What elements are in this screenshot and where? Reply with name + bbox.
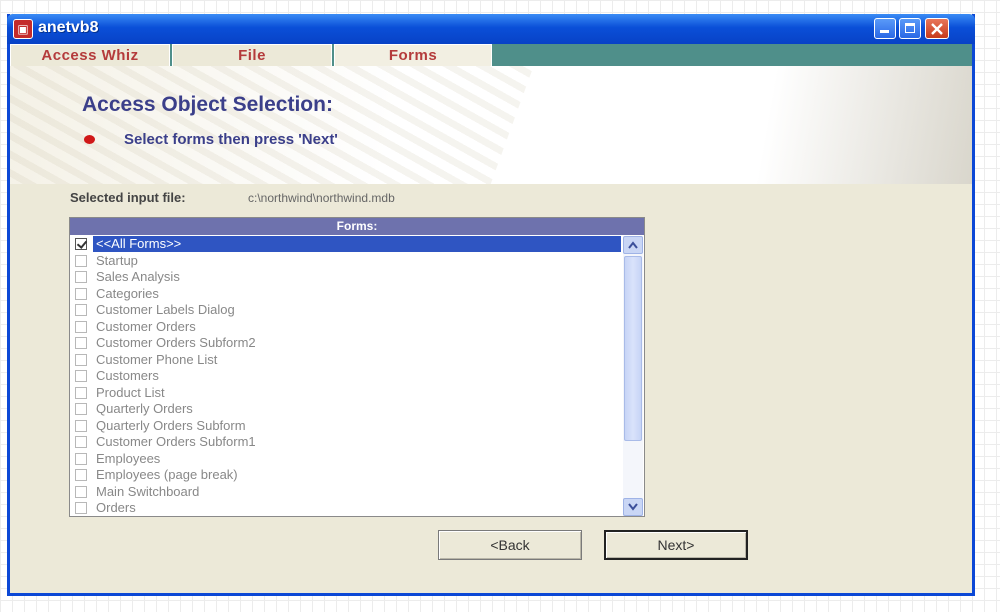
form-label: Product List bbox=[96, 384, 165, 400]
form-checkbox[interactable] bbox=[75, 452, 87, 465]
form-label: Main Switchboard bbox=[96, 483, 200, 499]
forms-listbox[interactable]: Forms: <<All Forms>> Startup Sales Analysi… bbox=[69, 217, 645, 517]
form-label: Customer Phone List bbox=[96, 351, 218, 367]
back-button[interactable]: <Back bbox=[438, 530, 582, 560]
scroll-up-button[interactable] bbox=[623, 236, 643, 254]
form-checkbox[interactable] bbox=[75, 271, 87, 283]
form-label: Quarterly Orders bbox=[96, 401, 193, 416]
list-item[interactable]: Customer Phone List bbox=[70, 352, 622, 369]
form-checkbox[interactable] bbox=[75, 238, 87, 250]
form-label: Startup bbox=[96, 252, 138, 268]
form-label: Customer Orders Subform2 bbox=[96, 335, 256, 350]
forms-list-rows: <<All Forms>> Startup Sales Analysis Catego… bbox=[70, 236, 622, 516]
tab-file[interactable]: File bbox=[172, 44, 332, 66]
list-item[interactable]: Employees bbox=[70, 451, 622, 468]
form-checkbox[interactable] bbox=[75, 436, 87, 448]
form-checkbox[interactable] bbox=[75, 370, 87, 382]
page-title: Access Object Selection: bbox=[82, 93, 333, 116]
tab-forms[interactable]: Forms bbox=[334, 44, 492, 68]
form-checkbox[interactable] bbox=[75, 485, 87, 498]
list-item[interactable]: Orders bbox=[70, 500, 622, 516]
tab-strip: Access Whiz File Forms bbox=[10, 44, 972, 68]
input-file-path: c:\northwind\northwind.mdb bbox=[248, 191, 395, 205]
list-item[interactable]: Categories bbox=[70, 286, 622, 303]
form-checkbox[interactable] bbox=[75, 337, 87, 349]
form-checkbox[interactable] bbox=[75, 419, 87, 432]
form-checkbox[interactable] bbox=[75, 386, 87, 399]
close-button[interactable] bbox=[925, 18, 949, 39]
form-checkbox[interactable] bbox=[75, 254, 87, 267]
list-item[interactable]: Customers bbox=[70, 368, 622, 385]
form-checkbox[interactable] bbox=[75, 287, 87, 300]
list-item[interactable]: Employees (page break) bbox=[70, 467, 622, 484]
form-label: Employees bbox=[96, 450, 161, 466]
list-item[interactable]: Startup bbox=[70, 253, 622, 270]
form-label: Categories bbox=[96, 285, 159, 301]
form-checkbox[interactable] bbox=[75, 320, 87, 333]
form-label: Quarterly Orders Subform bbox=[96, 417, 246, 433]
app-icon[interactable]: ▣ bbox=[13, 19, 33, 39]
form-checkbox[interactable] bbox=[75, 502, 87, 514]
form-checkbox[interactable] bbox=[75, 469, 87, 481]
next-button[interactable]: Next> bbox=[604, 530, 748, 560]
app-window: ▣ anetvb8 Access Whiz File Forms Access … bbox=[7, 14, 975, 596]
list-item[interactable]: <<All Forms>> bbox=[70, 236, 622, 253]
form-label: Customer Orders bbox=[96, 318, 196, 334]
vertical-scrollbar[interactable] bbox=[623, 236, 643, 516]
list-item[interactable]: Quarterly Orders Subform bbox=[70, 418, 622, 435]
list-item[interactable]: Customer Orders bbox=[70, 319, 622, 336]
form-label: Customers bbox=[96, 368, 159, 383]
tab-access-whiz[interactable]: Access Whiz bbox=[10, 44, 170, 66]
form-label: <<All Forms>> bbox=[93, 236, 621, 252]
list-item[interactable]: Product List bbox=[70, 385, 622, 402]
list-item[interactable]: Main Switchboard bbox=[70, 484, 622, 501]
scroll-thumb[interactable] bbox=[624, 256, 642, 441]
input-file-label: Selected input file: bbox=[70, 190, 186, 205]
form-label: Employees (page break) bbox=[96, 467, 238, 482]
form-label: Sales Analysis bbox=[96, 269, 180, 284]
list-item[interactable]: Quarterly Orders bbox=[70, 401, 622, 418]
form-label: Customer Orders Subform1 bbox=[96, 434, 256, 449]
form-checkbox[interactable] bbox=[75, 403, 87, 415]
close-icon bbox=[931, 23, 943, 35]
minimize-icon bbox=[880, 30, 889, 33]
form-checkbox[interactable] bbox=[75, 353, 87, 366]
banner-keyboard-graphic bbox=[10, 66, 538, 184]
bullet-icon bbox=[84, 135, 95, 144]
forms-list-header: Forms: bbox=[70, 218, 644, 235]
form-checkbox[interactable] bbox=[75, 304, 87, 316]
chevron-down-icon bbox=[628, 503, 638, 511]
scroll-down-button[interactable] bbox=[623, 498, 643, 516]
list-item[interactable]: Sales Analysis bbox=[70, 269, 622, 286]
form-label: Customer Labels Dialog bbox=[96, 302, 235, 317]
window-title: anetvb8 bbox=[38, 19, 99, 36]
chevron-up-icon bbox=[628, 241, 638, 249]
title-bar[interactable]: ▣ anetvb8 bbox=[7, 14, 975, 44]
list-item[interactable]: Customer Orders Subform1 bbox=[70, 434, 622, 451]
maximize-icon bbox=[905, 23, 915, 33]
instruction-text: Select forms then press 'Next' bbox=[124, 131, 338, 148]
header-banner: Access Object Selection: Select forms th… bbox=[10, 66, 972, 184]
list-item[interactable]: Customer Labels Dialog bbox=[70, 302, 622, 319]
minimize-button[interactable] bbox=[874, 18, 896, 39]
form-label: Orders bbox=[96, 500, 136, 515]
list-item[interactable]: Customer Orders Subform2 bbox=[70, 335, 622, 352]
maximize-button[interactable] bbox=[899, 18, 921, 39]
